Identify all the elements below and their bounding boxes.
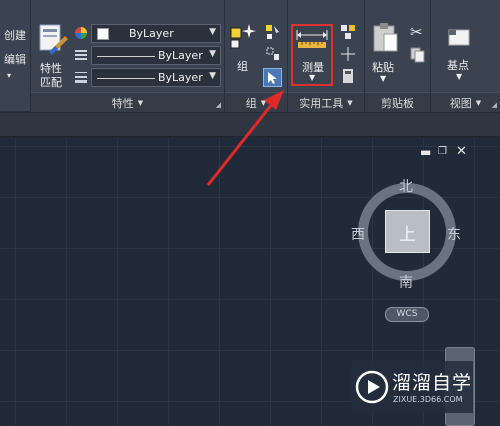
viewport-controls: ▬ ❐ ✕: [420, 144, 470, 161]
base-view-icon: [448, 29, 470, 46]
base-point-button[interactable]: 基点 ▼: [441, 24, 479, 84]
watermark: 溜溜自学 ZIXUE.3D66.COM: [351, 361, 473, 413]
quick-select-icon[interactable]: [340, 24, 356, 40]
chevron-down-icon: ▼: [209, 27, 216, 37]
viewcube-top-label: 上: [399, 225, 416, 245]
clipboard-panel-footer[interactable]: 剪贴板: [365, 92, 430, 112]
close-icon[interactable]: ✕: [456, 144, 467, 159]
base-point-label: 基点: [447, 59, 469, 72]
view-panel-title: 视图: [449, 96, 472, 110]
edit-dropdown-icon[interactable]: ▾: [7, 71, 11, 80]
watermark-url: ZIXUE.3D66.COM: [393, 395, 463, 404]
chevron-down-icon: ▼: [380, 74, 387, 83]
watermark-title: 溜溜自学: [392, 372, 473, 394]
chevron-down-icon: ▼: [456, 72, 463, 81]
match-properties-label-2: 匹配: [40, 76, 62, 89]
group-panel-title: 组: [245, 96, 257, 110]
linetype-dropdown[interactable]: ByLayer ▼: [91, 46, 221, 65]
lineweight-dropdown[interactable]: ByLayer ▼: [91, 68, 221, 87]
color-swatch: [97, 28, 109, 40]
linetype-icon[interactable]: [74, 48, 88, 62]
group-icon: [230, 24, 256, 49]
view-panel-footer[interactable]: 视图 ▼ ◢: [431, 92, 500, 112]
lineweight-icon[interactable]: [74, 70, 88, 84]
match-properties-icon: [39, 24, 68, 55]
minimize-icon[interactable]: ▬: [420, 145, 431, 159]
compass-west[interactable]: 西: [351, 224, 365, 244]
color-wheel-icon[interactable]: [74, 26, 88, 40]
ribbon: 创建 编辑 ▾ 特性 匹配 ByLayer ▼ ByLayer ▼ ByLaye…: [0, 0, 500, 112]
create-button[interactable]: 创建: [4, 27, 26, 43]
dialog-launcher-icon: ◢: [215, 101, 221, 109]
properties-panel-footer[interactable]: 特性 ▼ ◢: [31, 92, 224, 112]
play-logo-icon: [355, 370, 389, 404]
measure-button[interactable]: 测量 ▼: [291, 24, 333, 86]
properties-panel-title: 特性: [111, 96, 134, 110]
point-id-icon[interactable]: [340, 46, 356, 62]
measure-ruler-icon: [296, 30, 328, 48]
group-panel-footer[interactable]: 组 ▼: [225, 92, 287, 112]
match-properties-button[interactable]: 特性 匹配: [34, 22, 70, 89]
compass-south[interactable]: 南: [399, 272, 413, 292]
utilities-panel-footer[interactable]: 实用工具 ▼: [288, 92, 364, 112]
copy-icon[interactable]: [410, 47, 426, 63]
clipboard-paste-icon: [373, 23, 398, 52]
linetype-preview: [97, 56, 155, 57]
linetype-value: ByLayer: [158, 49, 203, 62]
compass-north[interactable]: 北: [399, 176, 413, 196]
group-button[interactable]: 组: [228, 22, 258, 82]
edit-button[interactable]: 编辑: [4, 51, 26, 67]
group-selection-toggle[interactable]: [263, 68, 282, 87]
cursor-select-icon: [268, 72, 277, 84]
panel-expand-icon: ▼: [137, 98, 144, 107]
group-label: 组: [237, 60, 248, 73]
calculator-icon[interactable]: [340, 68, 356, 84]
paste-label: 粘贴: [372, 61, 394, 74]
chevron-down-icon: ▼: [309, 73, 316, 82]
panel-expand-icon: ▼: [260, 98, 267, 107]
compass-east[interactable]: 东: [447, 224, 461, 244]
restore-icon[interactable]: ❐: [438, 146, 447, 157]
lineweight-value: ByLayer: [158, 71, 203, 84]
ucs-menu-button[interactable]: WCS: [385, 307, 429, 322]
clipboard-panel-title: 剪贴板: [381, 96, 414, 110]
lineweight-preview: [97, 78, 155, 79]
utilities-panel-title: 实用工具: [299, 96, 344, 110]
color-value: ByLayer: [129, 27, 174, 40]
panel-expand-icon: ▼: [475, 98, 482, 107]
ungroup-icon[interactable]: [265, 24, 281, 40]
dialog-launcher-icon: ◢: [491, 101, 497, 109]
panel-expand-icon: ▼: [347, 98, 353, 107]
chevron-down-icon: ▼: [209, 49, 216, 59]
group-edit-icon[interactable]: [265, 46, 281, 62]
viewcube-top-face[interactable]: 上: [385, 210, 430, 253]
color-dropdown[interactable]: ByLayer ▼: [91, 24, 221, 43]
chevron-down-icon: ▼: [209, 71, 216, 81]
paste-button[interactable]: 粘贴 ▼: [368, 22, 402, 84]
cut-icon[interactable]: ✂: [410, 23, 423, 41]
file-tab-bar: [0, 113, 500, 137]
